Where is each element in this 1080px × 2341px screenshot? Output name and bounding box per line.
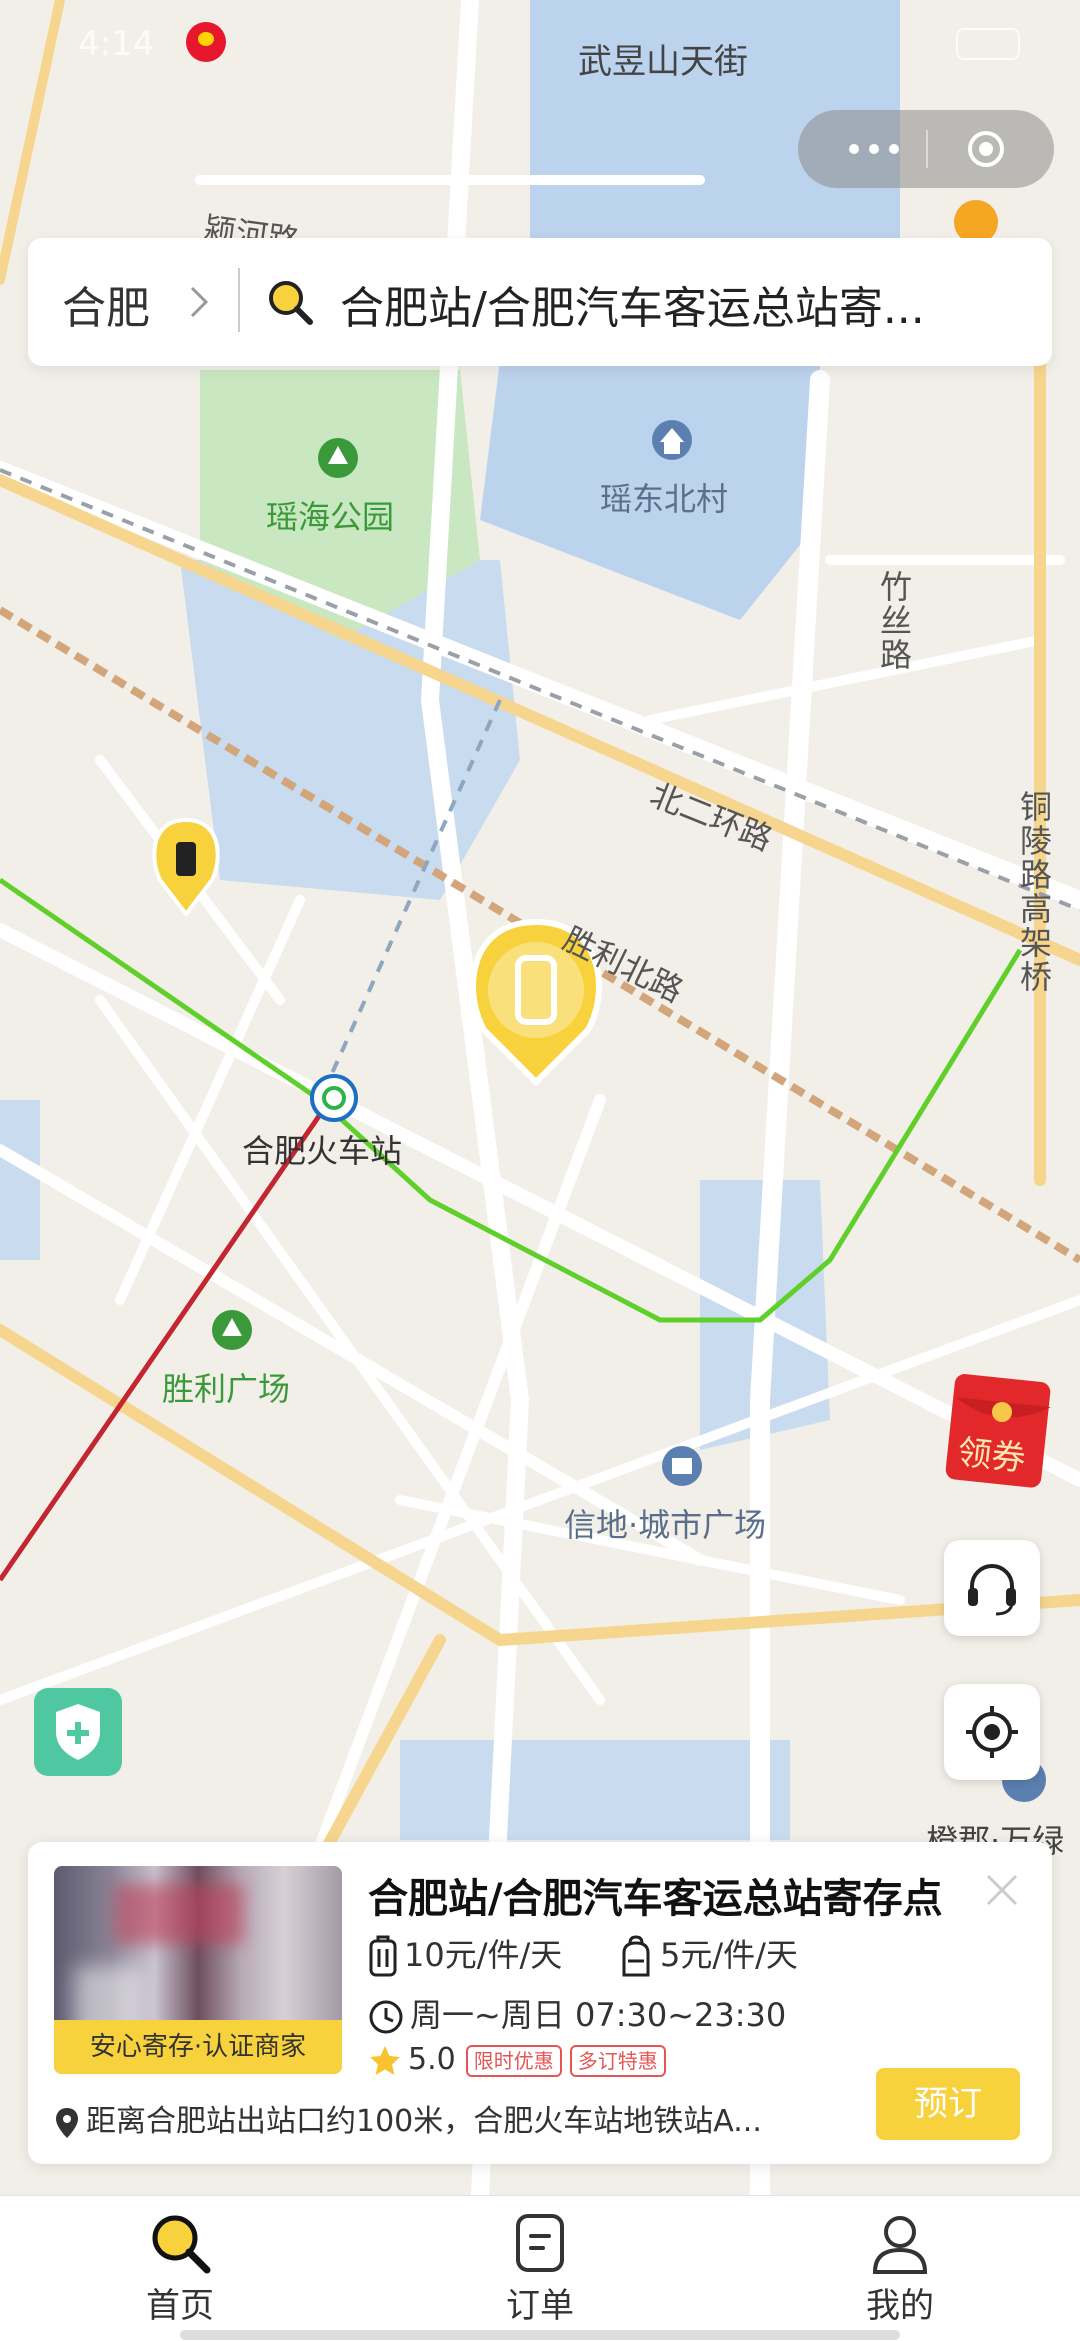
tab-home-label: 首页 <box>146 2286 214 2326</box>
opening-hours: 周一~周日 07:30~23:30 <box>410 1996 787 2034</box>
close-mini-program-icon[interactable] <box>966 129 1006 169</box>
city-selector[interactable]: 合肥 <box>62 272 150 336</box>
suitcase-icon <box>369 1935 397 1977</box>
home-indicator <box>180 2330 900 2340</box>
book-button[interactable]: 预订 <box>876 2068 1020 2140</box>
promo-tag: 多订特惠 <box>569 2044 666 2077</box>
coupon-button[interactable]: 领券 <box>944 1372 1056 1490</box>
more-menu-icon[interactable] <box>834 134 914 164</box>
coupon-label: 领券 <box>955 1432 1028 1480</box>
rating-row: 5.0 限时优惠 多订特惠 <box>368 2042 666 2078</box>
shield-plus-icon <box>56 1704 100 1760</box>
chevron-right-icon[interactable] <box>178 282 218 322</box>
hours-row: 周一~周日 07:30~23:30 <box>368 1990 786 2036</box>
address-row: 距离合肥站出站口约100米，合肥火车站地铁站A... <box>54 2096 874 2140</box>
tab-orders[interactable]: 订单 <box>440 2210 640 2327</box>
clock-icon <box>369 2000 403 2034</box>
tab-orders-label: 订单 <box>506 2286 574 2326</box>
capsule-divider <box>926 130 928 168</box>
star-icon <box>370 2045 400 2075</box>
price-small: 5元/件/天 <box>660 1936 798 1974</box>
status-bar: 4:14 <box>0 0 1080 90</box>
user-icon <box>872 2216 928 2274</box>
location-pin-icon <box>56 2107 78 2138</box>
weibo-icon <box>186 22 226 62</box>
tab-bar: 首页 订单 我的 <box>0 2195 1080 2341</box>
locate-icon <box>966 1706 1018 1758</box>
search-icon <box>269 281 313 325</box>
price-small-row: 5元/件/天 <box>618 1930 798 1979</box>
search-icon <box>152 2215 211 2274</box>
search-input[interactable]: 合肥站/合肥汽车客运总站寄... <box>340 272 1020 336</box>
price-large: 10元/件/天 <box>404 1936 563 1974</box>
search-divider <box>238 268 240 332</box>
tab-profile-label: 我的 <box>866 2286 934 2326</box>
rating-value: 5.0 <box>408 2042 456 2077</box>
store-address: 距离合肥站出站口约100米，合肥火车站地铁站A... <box>86 2104 762 2139</box>
map-label-square: 胜利广场 <box>162 1370 291 1408</box>
map-label-tongling: 铜陵路高架桥 <box>1020 788 1053 996</box>
customer-service-button[interactable] <box>944 1540 1040 1636</box>
backpack-icon <box>622 1935 650 1977</box>
order-icon <box>516 2214 564 2272</box>
tab-profile[interactable]: 我的 <box>800 2210 1000 2327</box>
price-large-row: 10元/件/天 <box>368 1930 562 1979</box>
status-time: 4:14 <box>78 24 155 64</box>
close-icon[interactable] <box>978 1866 1026 1914</box>
store-photo[interactable]: 安心寄存·认证商家 <box>54 1866 342 2074</box>
mini-program-capsule <box>798 110 1054 188</box>
map-label-station: 合肥火车站 <box>242 1132 403 1170</box>
store-info-card[interactable]: 安心寄存·认证商家 合肥站/合肥汽车客运总站寄存点 10元/件/天 5元/件/天… <box>28 1842 1052 2164</box>
map-label-park: 瑶海公园 <box>266 498 395 536</box>
safety-button[interactable] <box>34 1688 122 1776</box>
battery-icon <box>956 28 1020 60</box>
certified-badge: 安心寄存·认证商家 <box>54 2020 342 2074</box>
search-bar[interactable]: 合肥 合肥站/合肥汽车客运总站寄... <box>28 238 1052 366</box>
headset-icon <box>968 1564 1016 1616</box>
tab-home[interactable]: 首页 <box>80 2210 280 2327</box>
map-label-zhusi: 竹丝路 <box>880 568 913 674</box>
store-title: 合肥站/合肥汽车客运总站寄存点 <box>368 1876 943 1922</box>
map-label-plaza: 信地·城市广场 <box>564 1506 767 1544</box>
promo-tag: 限时优惠 <box>465 2044 562 2077</box>
map-label-village: 瑶东北村 <box>600 480 729 518</box>
locate-button[interactable] <box>944 1684 1040 1780</box>
